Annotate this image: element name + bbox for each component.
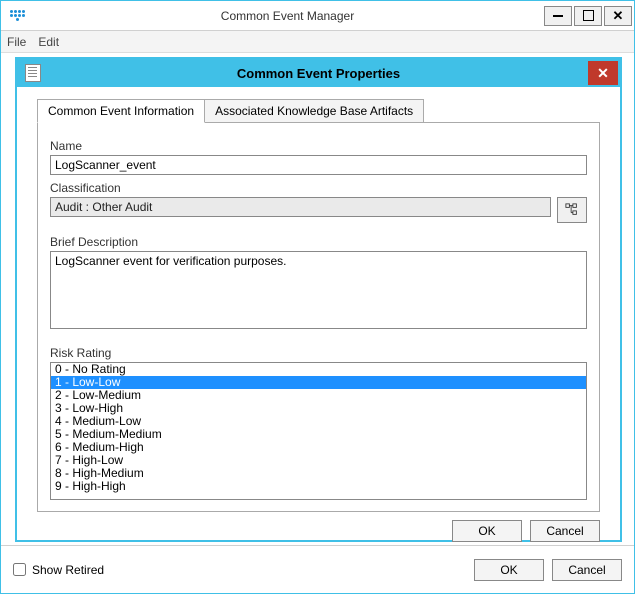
dialog-ok-button[interactable]: OK <box>452 520 522 542</box>
tab-common-event-info[interactable]: Common Event Information <box>37 99 205 123</box>
show-retired-checkbox[interactable] <box>13 563 26 576</box>
dialog-button-row: OK Cancel <box>17 512 620 542</box>
risk-rating-label: Risk Rating <box>50 346 587 360</box>
list-item[interactable]: 9 - High-High <box>51 480 586 493</box>
show-retired-label: Show Retired <box>32 563 104 577</box>
close-button[interactable]: ✕ <box>604 6 632 26</box>
properties-dialog: Common Event Properties ✕ Common Event I… <box>15 57 622 542</box>
maximize-button[interactable] <box>574 6 602 26</box>
app-icon <box>9 8 25 24</box>
outer-window: Common Event Manager ✕ File Edit Common … <box>0 0 635 594</box>
classification-label: Classification <box>50 181 587 195</box>
outer-titlebar: Common Event Manager ✕ <box>1 1 634 31</box>
dialog-titlebar: Common Event Properties ✕ <box>17 59 620 87</box>
show-retired-checkbox-wrap[interactable]: Show Retired <box>13 563 104 577</box>
document-icon <box>25 64 41 82</box>
minimize-button[interactable] <box>544 6 572 26</box>
list-item[interactable]: 6 - Medium-High <box>51 441 586 454</box>
tab-strip: Common Event Information Associated Know… <box>37 99 620 123</box>
list-item[interactable]: 2 - Low-Medium <box>51 389 586 402</box>
tree-picker-icon <box>565 203 579 217</box>
risk-rating-listbox[interactable]: 0 - No Rating1 - Low-Low2 - Low-Medium3 … <box>50 362 587 500</box>
brief-description-label: Brief Description <box>50 235 587 249</box>
name-input[interactable] <box>50 155 587 175</box>
name-label: Name <box>50 139 587 153</box>
dialog-title: Common Event Properties <box>49 66 588 81</box>
list-item[interactable]: 8 - High-Medium <box>51 467 586 480</box>
tab-knowledge-base[interactable]: Associated Knowledge Base Artifacts <box>204 99 424 123</box>
dialog-cancel-button[interactable]: Cancel <box>530 520 600 542</box>
menu-file[interactable]: File <box>7 35 26 49</box>
classification-input[interactable] <box>50 197 551 217</box>
dialog-close-button[interactable]: ✕ <box>588 61 618 85</box>
window-controls: ✕ <box>542 6 632 26</box>
outer-cancel-button[interactable]: Cancel <box>552 559 622 581</box>
outer-window-title: Common Event Manager <box>33 9 542 23</box>
outer-bottom-bar: Show Retired OK Cancel <box>1 545 634 593</box>
tab-panel: Name Classification Brief Description <box>37 122 600 512</box>
list-item[interactable]: 0 - No Rating <box>51 363 586 376</box>
outer-ok-button[interactable]: OK <box>474 559 544 581</box>
classification-picker-button[interactable] <box>557 197 587 223</box>
menubar: File Edit <box>1 31 634 53</box>
brief-description-textarea[interactable] <box>50 251 587 329</box>
menu-edit[interactable]: Edit <box>38 35 59 49</box>
